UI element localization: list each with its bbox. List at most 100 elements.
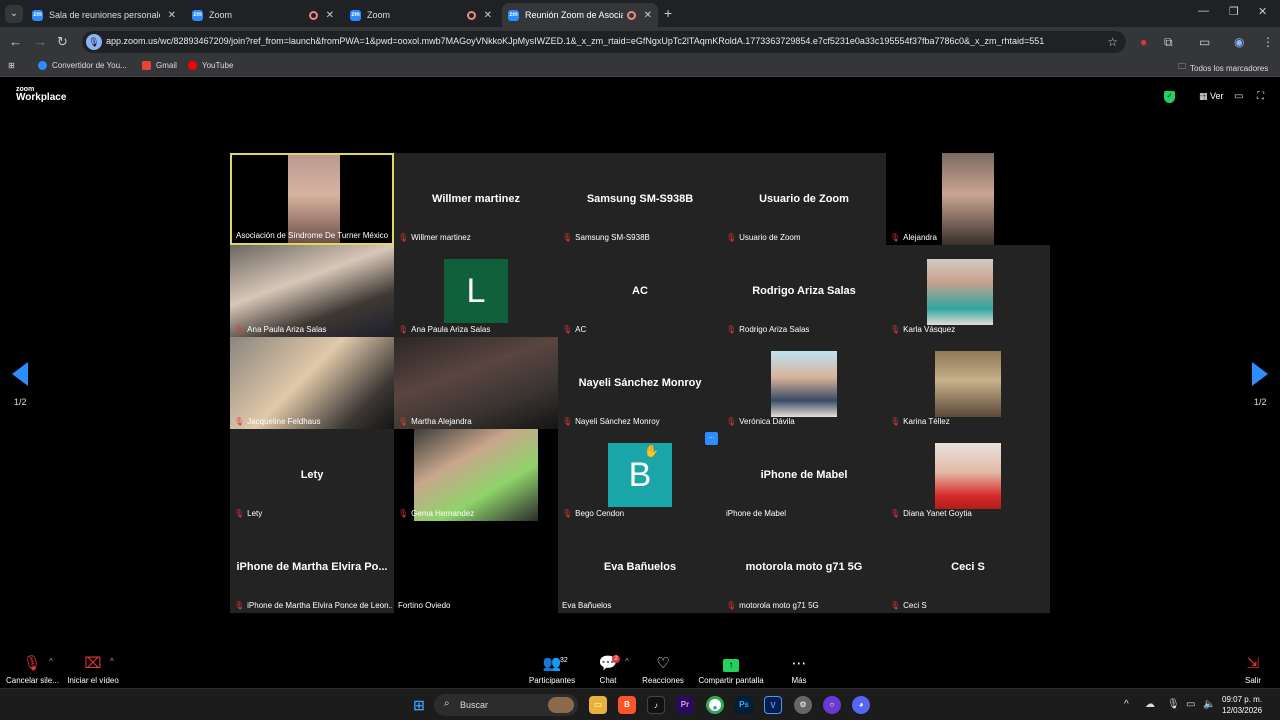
zoom-favicon-icon: zm xyxy=(350,9,361,21)
participant-video xyxy=(230,337,394,429)
side-panel-icon[interactable]: ▭ xyxy=(1199,35,1210,49)
fullscreen-icon[interactable]: ⛶ xyxy=(1257,91,1264,102)
participant-tile[interactable]: 🎙 Verónica Dávila xyxy=(722,337,886,429)
participants-button[interactable]: 👥 Participantes xyxy=(526,655,578,685)
participant-tile[interactable]: 🎙 Jacqueline Feldhaus xyxy=(230,337,394,429)
premiere-icon[interactable]: Pr xyxy=(676,696,694,714)
bookmark-youtube[interactable]: YouTube xyxy=(188,61,233,70)
participant-name: Bego Cendon xyxy=(575,509,625,518)
close-tab-icon[interactable]: ✕ xyxy=(644,10,652,21)
extension-red-icon[interactable]: ● xyxy=(1140,35,1147,49)
participant-tile[interactable]: iPhone de Mabel iPhone de Mabel xyxy=(722,429,886,521)
leave-button[interactable]: ⇲ Salir xyxy=(1240,655,1266,685)
tab-search-icon[interactable]: ⌄ xyxy=(5,5,23,23)
all-bookmarks[interactable]: 🗀 Todos los marcadores xyxy=(1178,61,1268,75)
prev-page-icon[interactable] xyxy=(12,362,28,386)
participant-tile[interactable]: Ceci S 🎙 Ceci S xyxy=(886,521,1050,613)
participant-name: Verónica Dávila xyxy=(739,417,795,426)
browser-tab-4[interactable]: zm Reunión Zoom de Asociació ✕ xyxy=(502,3,658,27)
participant-tile[interactable]: Fortino Oviedo xyxy=(394,521,558,613)
app-purple-icon[interactable]: ○ xyxy=(823,696,841,714)
video-options-icon[interactable]: ^ xyxy=(110,657,114,666)
browser-menu-icon[interactable]: ⋮ xyxy=(1262,35,1274,49)
browser-tab-3[interactable]: zm Zoom ✕ xyxy=(344,3,498,27)
bookmarks-bar: ⊞ Convertidor de You... Gmail YouTube 🗀 … xyxy=(0,57,1280,77)
chrome-icon[interactable]: ● xyxy=(706,696,724,714)
browser-tab-2[interactable]: zm Zoom ✕ xyxy=(186,3,340,27)
reload-icon[interactable]: ↻ xyxy=(57,34,68,50)
participant-tile[interactable]: iPhone de Martha Elvira Po... 🎙 iPhone de … xyxy=(230,521,394,613)
participant-tile[interactable]: AC 🎙 AC xyxy=(558,245,722,337)
participant-tile[interactable]: 🎙 Karina Téllez xyxy=(886,337,1050,429)
microphone-tray-icon[interactable]: 🎙 xyxy=(1167,699,1180,710)
folder-icon: 🗀 xyxy=(1178,62,1186,71)
mic-options-icon[interactable]: ^ xyxy=(49,657,53,666)
apps-icon[interactable]: ⊞ xyxy=(8,61,15,70)
settings-icon[interactable]: ⚙ xyxy=(794,696,812,714)
reactions-button[interactable]: ♡ Reacciones xyxy=(640,655,686,685)
new-tab-icon[interactable]: + xyxy=(664,5,672,21)
start-windows-icon[interactable]: ⊞ xyxy=(410,696,428,714)
minimize-meeting-icon[interactable]: ▭ xyxy=(1234,91,1243,102)
discord-icon[interactable]: ◕ xyxy=(852,696,870,714)
minimize-icon[interactable]: — xyxy=(1198,5,1209,17)
visual-studio-code-icon[interactable]: V xyxy=(764,696,782,714)
participant-tile[interactable]: B 🎙 Bego Cendon xyxy=(558,429,722,521)
url-text[interactable]: app.zoom.us/wc/82893467209/join?ref_from… xyxy=(106,36,1096,46)
participant-tile[interactable]: 🎙 Diana Yanet Goytia xyxy=(886,429,1050,521)
participant-tile[interactable]: Nayeli Sánchez Monroy 🎙 Nayeli Sánchez Mon… xyxy=(558,337,722,429)
cloud-sync-icon[interactable]: ☁ xyxy=(1145,699,1155,710)
chat-options-icon[interactable]: ^ xyxy=(625,657,629,666)
participant-tile[interactable]: L 🎙 Ana Paula Ariza Salas xyxy=(394,245,558,337)
next-page-icon[interactable] xyxy=(1252,362,1268,386)
bookmark-gmail[interactable]: Gmail xyxy=(142,61,177,70)
participant-tile[interactable]: Rodrigo Ariza Salas 🎙 Rodrigo Ariza Salas xyxy=(722,245,886,337)
close-window-icon[interactable]: ✕ xyxy=(1258,5,1267,18)
tiktok-icon[interactable]: ♪ xyxy=(647,696,665,714)
more-button[interactable]: ⋯ Más xyxy=(786,655,812,685)
bookmark-convertidor[interactable]: Convertidor de You... xyxy=(38,61,127,70)
participant-tile[interactable]: Samsung SM-S938B 🎙 Samsung SM-S938B xyxy=(558,153,722,245)
maximize-icon[interactable]: ❐ xyxy=(1229,5,1239,18)
participant-tile[interactable]: 🎙 Ana Paula Ariza Salas xyxy=(230,245,394,337)
profile-avatar[interactable]: ◉ xyxy=(1234,35,1244,49)
participant-name-label: 🎙 Ana Paula Ariza Salas xyxy=(398,325,556,334)
site-info-icon[interactable]: 🎙 xyxy=(86,34,102,50)
brave-icon[interactable]: B xyxy=(618,696,636,714)
close-tab-icon[interactable]: ✕ xyxy=(326,10,334,21)
participant-tile[interactable]: Asociación de Síndrome De Turner México xyxy=(230,153,394,245)
taskbar-search[interactable]: ⌕ Buscar xyxy=(434,694,578,716)
bookmark-star-icon[interactable]: ☆ xyxy=(1107,35,1118,49)
participant-tile[interactable]: Willmer martinez 🎙 Willmer martinez xyxy=(394,153,558,245)
participant-name-label: 🎙 Willmer martinez xyxy=(398,233,556,242)
close-tab-icon[interactable]: ✕ xyxy=(168,10,176,21)
share-screen-button[interactable]: ↑ Compartir pantalla xyxy=(696,655,766,685)
participant-tile[interactable]: Lety 🎙 Lety xyxy=(230,429,394,521)
photoshop-icon[interactable]: Ps xyxy=(735,696,753,714)
participant-tile[interactable]: Eva Bañuelos Eva Bañuelos xyxy=(558,521,722,613)
participant-tile[interactable]: 🎙 Karla Vásquez xyxy=(886,245,1050,337)
extensions-icon[interactable]: ⧉ xyxy=(1164,35,1173,50)
file-explorer-icon[interactable]: ▭ xyxy=(589,696,607,714)
search-highlight-icon xyxy=(548,697,574,713)
forward-icon[interactable]: → xyxy=(34,34,47,49)
system-clock[interactable]: 09:07 p. m. 12/03/2026 xyxy=(1222,694,1262,716)
participant-tile[interactable]: 🎙 Martha Alejandra xyxy=(394,337,558,429)
profile-photo xyxy=(771,351,837,417)
show-hidden-icons-icon[interactable]: ^ xyxy=(1124,699,1129,710)
volume-icon[interactable]: 🔈 xyxy=(1203,699,1215,710)
browser-tab-1[interactable]: zm Sala de reuniones personales d ✕ xyxy=(26,3,182,27)
participant-tile[interactable]: Usuario de Zoom 🎙 Usuario de Zoom xyxy=(722,153,886,245)
participant-tile[interactable]: 🎙 Gema Hernandez xyxy=(394,429,558,521)
encryption-shield-icon[interactable]: ✓ xyxy=(1164,91,1175,103)
url-bar[interactable]: 🎙 app.zoom.us/wc/82893467209/join?ref_fr… xyxy=(82,31,1126,53)
participant-tile[interactable]: 🎙 Alejandra xyxy=(886,153,1050,245)
participant-name: Ana Paula Ariza Salas xyxy=(411,325,491,334)
close-tab-icon[interactable]: ✕ xyxy=(484,10,492,21)
muted-mic-icon: 🎙 xyxy=(234,509,245,518)
participant-tile[interactable]: motorola moto g71 5G 🎙 motorola moto g71 5… xyxy=(722,521,886,613)
view-button[interactable]: ▦ Ver xyxy=(1199,91,1224,102)
back-icon[interactable]: ← xyxy=(9,34,22,49)
network-icon[interactable]: ▭ xyxy=(1186,699,1195,710)
tile-options-icon[interactable]: … xyxy=(705,432,718,445)
